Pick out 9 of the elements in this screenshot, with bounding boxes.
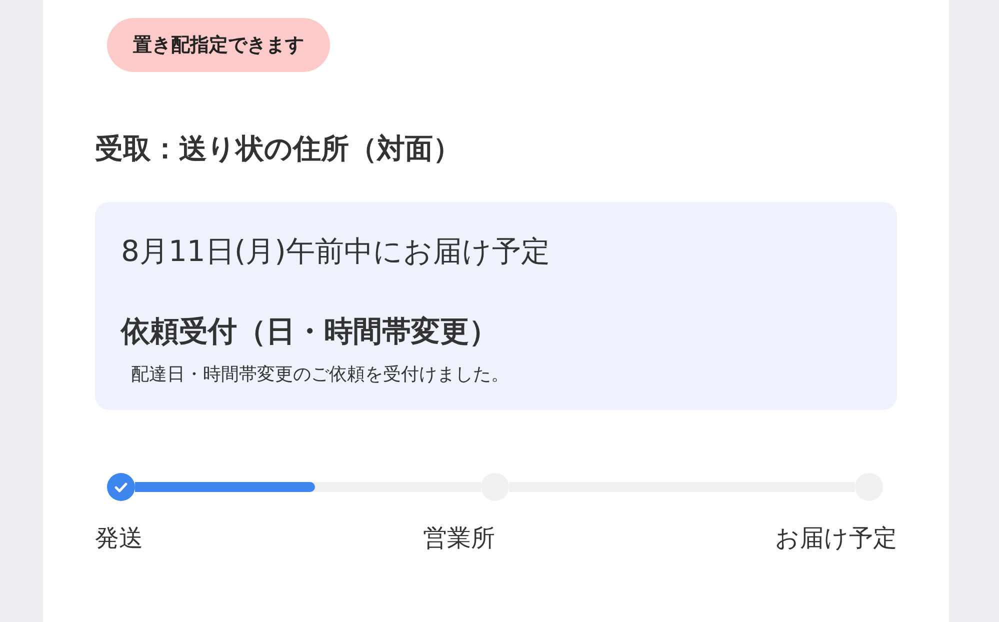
delivery-status: 依頼受付（日・時間帯変更）: [121, 313, 499, 350]
step-label: 営業所: [423, 523, 495, 554]
check-icon: [114, 482, 128, 492]
step-label: お届け予定: [775, 523, 897, 554]
status-note: 配達日・時間帯変更のご依頼を受付けました。: [131, 363, 510, 386]
receipt-method: 受取：送り状の住所（対面）: [95, 131, 462, 167]
step-label: 発送: [95, 523, 143, 554]
delivery-date: 8月11日(月)午前中にお届け予定: [121, 233, 551, 270]
delivery-badge: 置き配指定できます: [107, 18, 330, 72]
